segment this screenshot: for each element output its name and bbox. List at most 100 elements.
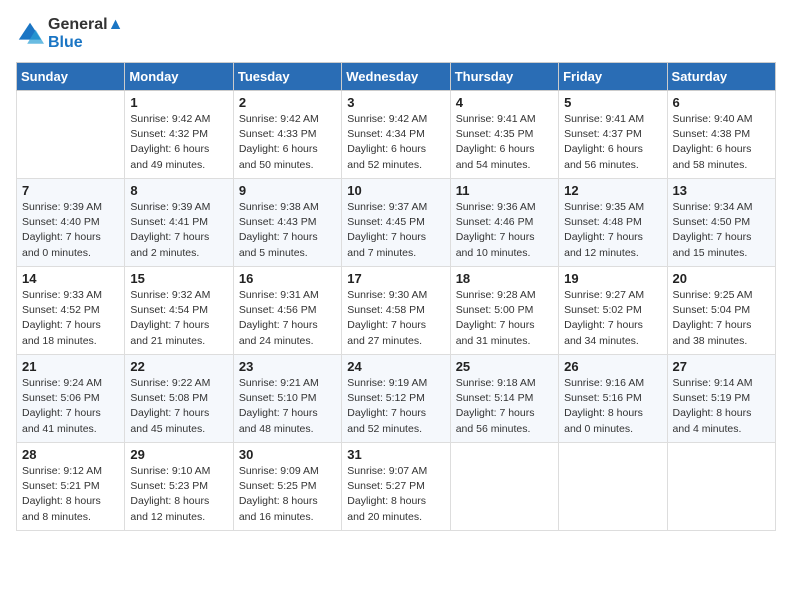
calendar-day-cell: 22 Sunrise: 9:22 AMSunset: 5:08 PMDayligh… [125,355,233,443]
calendar-day-cell: 30 Sunrise: 9:09 AMSunset: 5:25 PMDayligh… [233,443,341,531]
calendar-week-row: 28Sunrise: 9:12 AMSunset: 5:21 PMDayligh… [17,443,776,531]
day-info: Sunrise: 9:14 AMSunset: 5:19 PMDaylight:… [673,376,770,437]
calendar-day-cell: 28Sunrise: 9:12 AMSunset: 5:21 PMDayligh… [17,443,125,531]
day-number: 11 [456,183,553,198]
day-info: Sunrise: 9:31 AMSunset: 4:56 PMDaylight:… [239,288,336,349]
day-number: 14 [22,271,119,286]
day-info: Sunrise: 9:07 AMSunset: 5:27 PMDaylight:… [347,464,444,525]
day-info: Sunrise: 9:27 AMSunset: 5:02 PMDaylight:… [564,288,661,349]
calendar-day-cell: 15 Sunrise: 9:32 AMSunset: 4:54 PMDayligh… [125,267,233,355]
day-number: 4 [456,95,553,110]
day-of-week-header: Tuesday [233,63,341,91]
day-info: Sunrise: 9:32 AMSunset: 4:54 PMDaylight:… [130,288,227,349]
calendar-day-cell: 10 Sunrise: 9:37 AMSunset: 4:45 PMDayligh… [342,179,450,267]
day-number: 15 [130,271,227,286]
calendar-day-cell: 5 Sunrise: 9:41 AMSunset: 4:37 PMDaylight… [559,91,667,179]
day-info: Sunrise: 9:41 AMSunset: 4:35 PMDaylight:… [456,112,553,173]
calendar-day-cell [450,443,558,531]
day-of-week-header: Wednesday [342,63,450,91]
day-info: Sunrise: 9:35 AMSunset: 4:48 PMDaylight:… [564,200,661,261]
day-number: 22 [130,359,227,374]
calendar-day-cell [667,443,775,531]
calendar-week-row: 21 Sunrise: 9:24 AMSunset: 5:06 PMDayligh… [17,355,776,443]
calendar-day-cell: 29Sunrise: 9:10 AMSunset: 5:23 PMDayligh… [125,443,233,531]
calendar-day-cell: 17 Sunrise: 9:30 AMSunset: 4:58 PMDayligh… [342,267,450,355]
calendar-day-cell: 4 Sunrise: 9:41 AMSunset: 4:35 PMDaylight… [450,91,558,179]
day-of-week-header: Sunday [17,63,125,91]
calendar-day-cell: 12Sunrise: 9:35 AMSunset: 4:48 PMDayligh… [559,179,667,267]
day-number: 18 [456,271,553,286]
day-info: Sunrise: 9:33 AMSunset: 4:52 PMDaylight:… [22,288,119,349]
day-info: Sunrise: 9:36 AMSunset: 4:46 PMDaylight:… [456,200,553,261]
calendar-week-row: 14 Sunrise: 9:33 AMSunset: 4:52 PMDayligh… [17,267,776,355]
calendar-day-cell: 20 Sunrise: 9:25 AMSunset: 5:04 PMDayligh… [667,267,775,355]
day-number: 3 [347,95,444,110]
calendar-day-cell: 26 Sunrise: 9:16 AMSunset: 5:16 PMDayligh… [559,355,667,443]
day-info: Sunrise: 9:41 AMSunset: 4:37 PMDaylight:… [564,112,661,173]
day-info: Sunrise: 9:30 AMSunset: 4:58 PMDaylight:… [347,288,444,349]
day-info: Sunrise: 9:19 AMSunset: 5:12 PMDaylight:… [347,376,444,437]
calendar-day-cell [559,443,667,531]
calendar-day-cell: 24 Sunrise: 9:19 AMSunset: 5:12 PMDayligh… [342,355,450,443]
day-number: 2 [239,95,336,110]
day-number: 26 [564,359,661,374]
calendar-table: SundayMondayTuesdayWednesdayThursdayFrid… [16,62,776,531]
day-info: Sunrise: 9:24 AMSunset: 5:06 PMDaylight:… [22,376,119,437]
day-number: 16 [239,271,336,286]
day-of-week-header: Monday [125,63,233,91]
day-number: 6 [673,95,770,110]
day-number: 1 [130,95,227,110]
day-of-week-header: Friday [559,63,667,91]
day-number: 24 [347,359,444,374]
day-info: Sunrise: 9:21 AMSunset: 5:10 PMDaylight:… [239,376,336,437]
day-info: Sunrise: 9:42 AMSunset: 4:33 PMDaylight:… [239,112,336,173]
calendar-day-cell: 21 Sunrise: 9:24 AMSunset: 5:06 PMDayligh… [17,355,125,443]
page-header: General▲ Blue [16,16,776,52]
day-number: 17 [347,271,444,286]
day-info: Sunrise: 9:10 AMSunset: 5:23 PMDaylight:… [130,464,227,525]
calendar-header-row: SundayMondayTuesdayWednesdayThursdayFrid… [17,63,776,91]
calendar-day-cell: 3Sunrise: 9:42 AMSunset: 4:34 PMDaylight… [342,91,450,179]
day-info: Sunrise: 9:28 AMSunset: 5:00 PMDaylight:… [456,288,553,349]
day-number: 10 [347,183,444,198]
day-info: Sunrise: 9:39 AMSunset: 4:40 PMDaylight:… [22,200,119,261]
day-info: Sunrise: 9:39 AMSunset: 4:41 PMDaylight:… [130,200,227,261]
day-number: 19 [564,271,661,286]
calendar-day-cell: 18 Sunrise: 9:28 AMSunset: 5:00 PMDayligh… [450,267,558,355]
calendar-day-cell: 27 Sunrise: 9:14 AMSunset: 5:19 PMDayligh… [667,355,775,443]
calendar-day-cell: 6Sunrise: 9:40 AMSunset: 4:38 PMDaylight… [667,91,775,179]
logo-icon [16,20,44,48]
day-number: 28 [22,447,119,462]
day-of-week-header: Thursday [450,63,558,91]
calendar-day-cell: 7Sunrise: 9:39 AMSunset: 4:40 PMDaylight… [17,179,125,267]
day-of-week-header: Saturday [667,63,775,91]
calendar-day-cell: 16 Sunrise: 9:31 AMSunset: 4:56 PMDayligh… [233,267,341,355]
day-info: Sunrise: 9:37 AMSunset: 4:45 PMDaylight:… [347,200,444,261]
day-number: 30 [239,447,336,462]
calendar-day-cell: 19 Sunrise: 9:27 AMSunset: 5:02 PMDayligh… [559,267,667,355]
day-number: 8 [130,183,227,198]
day-info: Sunrise: 9:34 AMSunset: 4:50 PMDaylight:… [673,200,770,261]
calendar-day-cell: 1Sunrise: 9:42 AMSunset: 4:32 PMDaylight… [125,91,233,179]
calendar-week-row: 7Sunrise: 9:39 AMSunset: 4:40 PMDaylight… [17,179,776,267]
day-number: 9 [239,183,336,198]
day-info: Sunrise: 9:09 AMSunset: 5:25 PMDaylight:… [239,464,336,525]
day-info: Sunrise: 9:22 AMSunset: 5:08 PMDaylight:… [130,376,227,437]
logo-text: General▲ Blue [48,16,123,52]
day-info: Sunrise: 9:16 AMSunset: 5:16 PMDaylight:… [564,376,661,437]
calendar-day-cell: 31Sunrise: 9:07 AMSunset: 5:27 PMDayligh… [342,443,450,531]
day-number: 27 [673,359,770,374]
day-number: 21 [22,359,119,374]
calendar-day-cell: 13 Sunrise: 9:34 AMSunset: 4:50 PMDayligh… [667,179,775,267]
day-info: Sunrise: 9:38 AMSunset: 4:43 PMDaylight:… [239,200,336,261]
day-number: 13 [673,183,770,198]
day-info: Sunrise: 9:18 AMSunset: 5:14 PMDaylight:… [456,376,553,437]
calendar-day-cell: 14 Sunrise: 9:33 AMSunset: 4:52 PMDayligh… [17,267,125,355]
calendar-day-cell: 9 Sunrise: 9:38 AMSunset: 4:43 PMDaylight… [233,179,341,267]
day-number: 5 [564,95,661,110]
logo: General▲ Blue [16,16,123,52]
day-number: 20 [673,271,770,286]
day-info: Sunrise: 9:25 AMSunset: 5:04 PMDaylight:… [673,288,770,349]
day-number: 23 [239,359,336,374]
calendar-day-cell: 11 Sunrise: 9:36 AMSunset: 4:46 PMDayligh… [450,179,558,267]
